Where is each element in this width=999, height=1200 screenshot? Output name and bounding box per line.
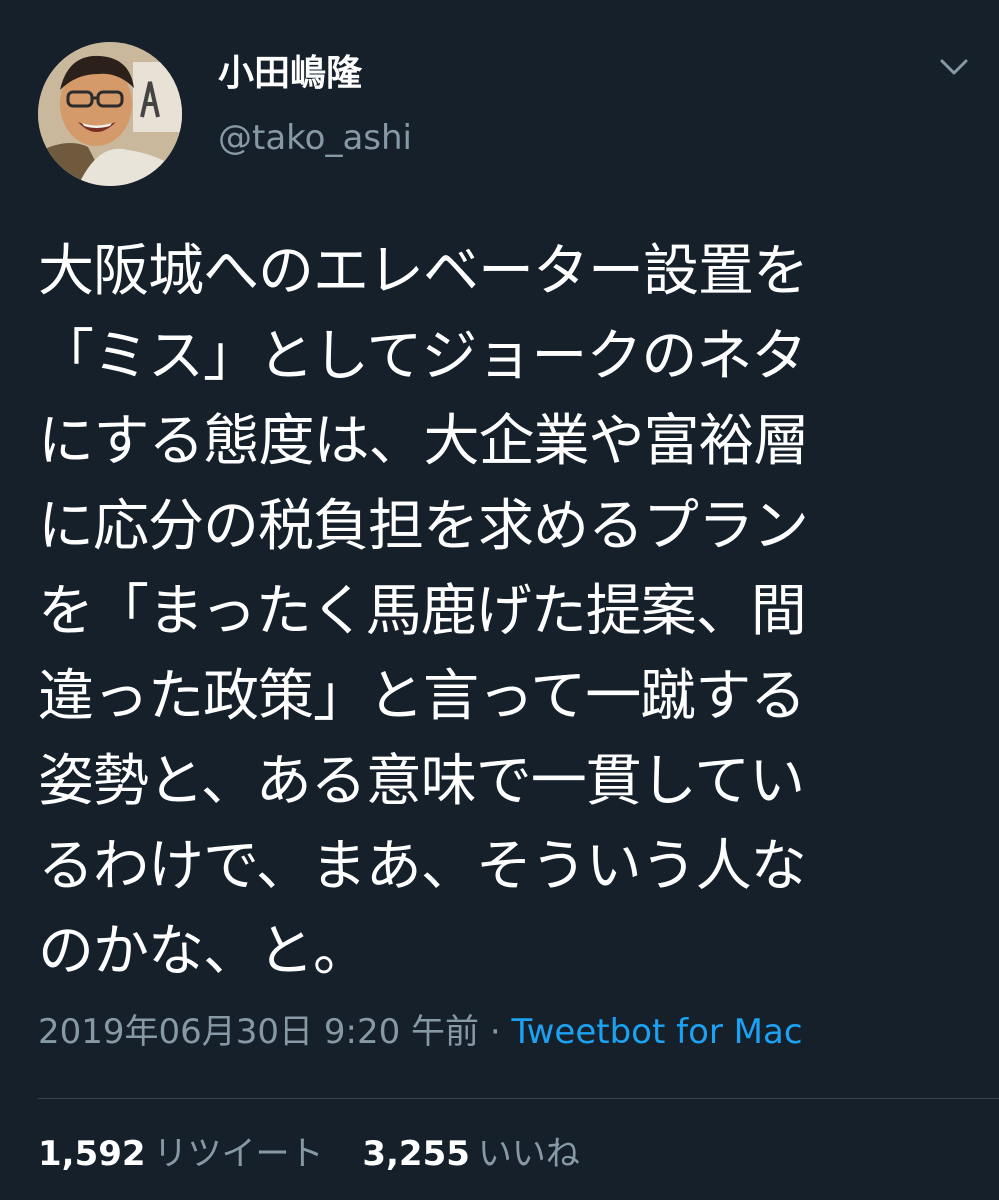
divider: [38, 1098, 999, 1099]
like-count: 3,255: [362, 1134, 470, 1174]
like-label: いいね: [477, 1134, 580, 1174]
tweet-line: に応分の税負担を求めるプラン: [38, 494, 809, 559]
avatar[interactable]: [38, 42, 182, 186]
tweet-line: 違った政策」と言って一蹴する: [38, 664, 806, 729]
tweet-line: 「ミス」としてジョークのネタ: [38, 324, 807, 389]
tweet-line: 姿勢と、ある意味で一貫してい: [38, 749, 805, 814]
retweet-count-link[interactable]: 1,592 リツイート: [38, 1130, 324, 1178]
tweet-source-link[interactable]: Tweetbot for Mac: [511, 1012, 802, 1052]
tweet-text: 大阪城へのエレベーター設置を 「ミス」としてジョークのネタ にする態度は、大企業…: [38, 229, 968, 994]
tweet-meta: 2019年06月30日 9:20 午前 · Tweetbot for Mac: [38, 1006, 803, 1058]
display-name[interactable]: 小田嶋隆: [218, 52, 362, 96]
tweet-stats: 1,592 リツイート 3,255 いいね: [38, 1130, 608, 1178]
meta-separator: ·: [479, 1012, 512, 1052]
chevron-down-icon[interactable]: [936, 52, 972, 82]
tweet-line: るわけで、まあ、そういう人な: [38, 834, 807, 899]
tweet-line: のかな、と。: [38, 919, 369, 984]
avatar-photo: [38, 42, 182, 186]
tweet-timestamp[interactable]: 2019年06月30日 9:20 午前: [38, 1012, 479, 1052]
retweet-label: リツイート: [153, 1134, 324, 1174]
tweet-line: にする態度は、大企業や富裕層: [38, 409, 810, 474]
user-handle[interactable]: @tako_ashi: [218, 116, 412, 160]
tweet-line: 大阪城へのエレベーター設置を: [38, 239, 809, 304]
tweet-line: を「まったく馬鹿げた提案、間: [38, 579, 807, 644]
retweet-count: 1,592: [38, 1134, 146, 1174]
like-count-link[interactable]: 3,255 いいね: [362, 1130, 580, 1178]
